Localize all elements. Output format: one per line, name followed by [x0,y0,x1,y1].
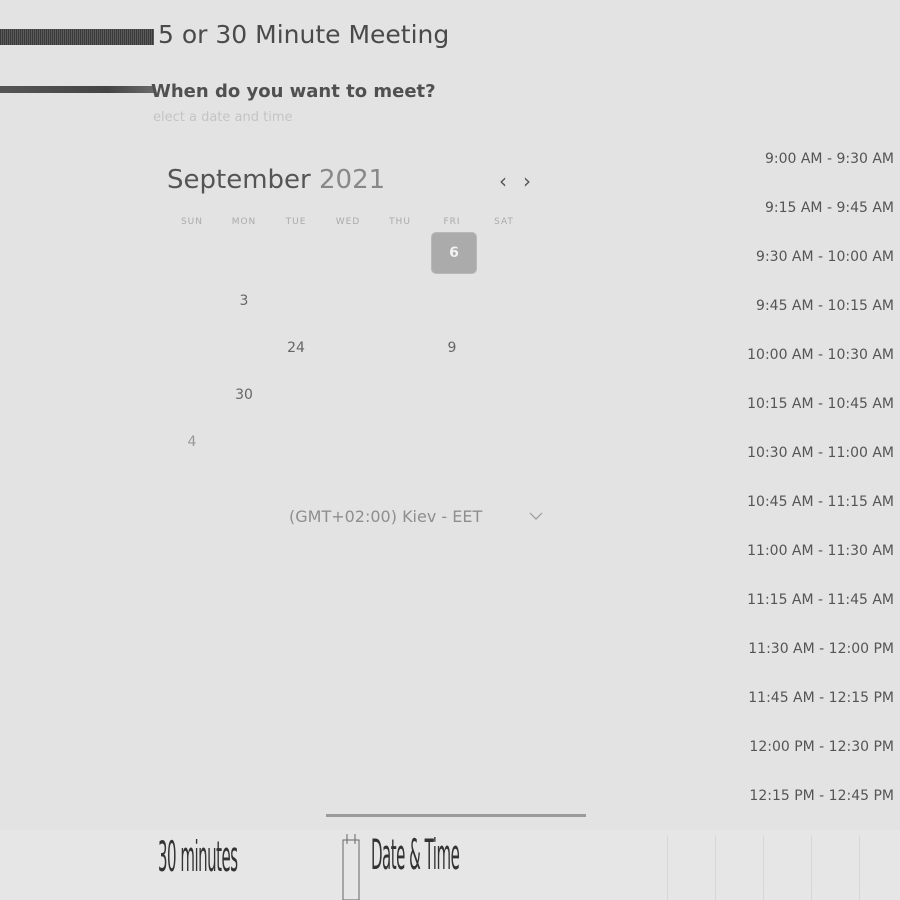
calendar-day[interactable]: 3 [222,281,266,321]
time-slot[interactable]: 10:30 AM - 11:00 AM [734,445,900,461]
title-redaction-bar [0,29,154,45]
active-tab-indicator [326,814,586,817]
subtitle-redaction-bar [0,86,154,93]
weekday-thu: THU [389,217,411,227]
calendar-icon [342,834,360,900]
month-label: September [167,165,311,195]
time-slot[interactable]: 10:45 AM - 11:15 AM [734,494,900,510]
time-slot[interactable]: 9:30 AM - 10:00 AM [734,249,900,265]
time-slot[interactable]: 9:00 AM - 9:30 AM [734,151,900,167]
time-slot[interactable]: 12:00 PM - 12:30 PM [734,739,900,755]
section-hint: elect a date and time [153,110,293,125]
month-year-label: September 2021 [167,165,385,195]
calendar-day-selected[interactable]: 6 [432,233,476,273]
time-slot[interactable]: 11:45 AM - 12:15 PM [734,690,900,706]
timezone-select[interactable]: (GMT+02:00) Kiev - EET [289,507,482,526]
weekday-wed: WED [335,217,361,227]
weekday-mon: MON [231,217,257,227]
tab-date-time[interactable]: Date & Time [371,830,460,880]
time-slot[interactable]: 9:15 AM - 9:45 AM [734,200,900,216]
time-slot[interactable]: 11:00 AM - 11:30 AM [734,543,900,559]
time-slot[interactable]: 11:15 AM - 11:45 AM [734,592,900,608]
calendar-day[interactable]: 9 [430,328,474,368]
time-slot[interactable]: 12:15 PM - 12:45 PM [734,788,900,804]
footer-artifact [645,836,895,900]
weekday-sat: SAT [494,217,514,227]
calendar-day[interactable]: 24 [274,328,318,368]
chevron-down-icon[interactable] [528,508,544,524]
tab-duration[interactable]: 30 minutes [158,832,238,882]
next-month-button[interactable]: › [518,170,536,192]
time-slot[interactable]: 10:00 AM - 10:30 AM [734,347,900,363]
weekday-sun: SUN [180,217,204,227]
time-slot[interactable]: 10:15 AM - 10:45 AM [734,396,900,412]
weekday-fri: FRI [443,217,461,227]
prev-month-button[interactable]: ‹ [494,170,512,192]
section-question: When do you want to meet? [151,81,436,102]
booking-page: 5 or 30 Minute Meeting When do you want … [0,0,900,900]
calendar-day[interactable]: 4 [170,422,214,462]
time-slot[interactable]: 11:30 AM - 12:00 PM [734,641,900,657]
page-title: 5 or 30 Minute Meeting [158,20,450,49]
chevron-left-icon: ‹ [499,169,507,193]
weekday-tue: TUE [285,217,307,227]
calendar-day[interactable]: 30 [222,375,266,415]
year-label: 2021 [318,165,386,195]
time-slot[interactable]: 9:45 AM - 10:15 AM [734,298,900,314]
chevron-right-icon: › [523,169,531,193]
